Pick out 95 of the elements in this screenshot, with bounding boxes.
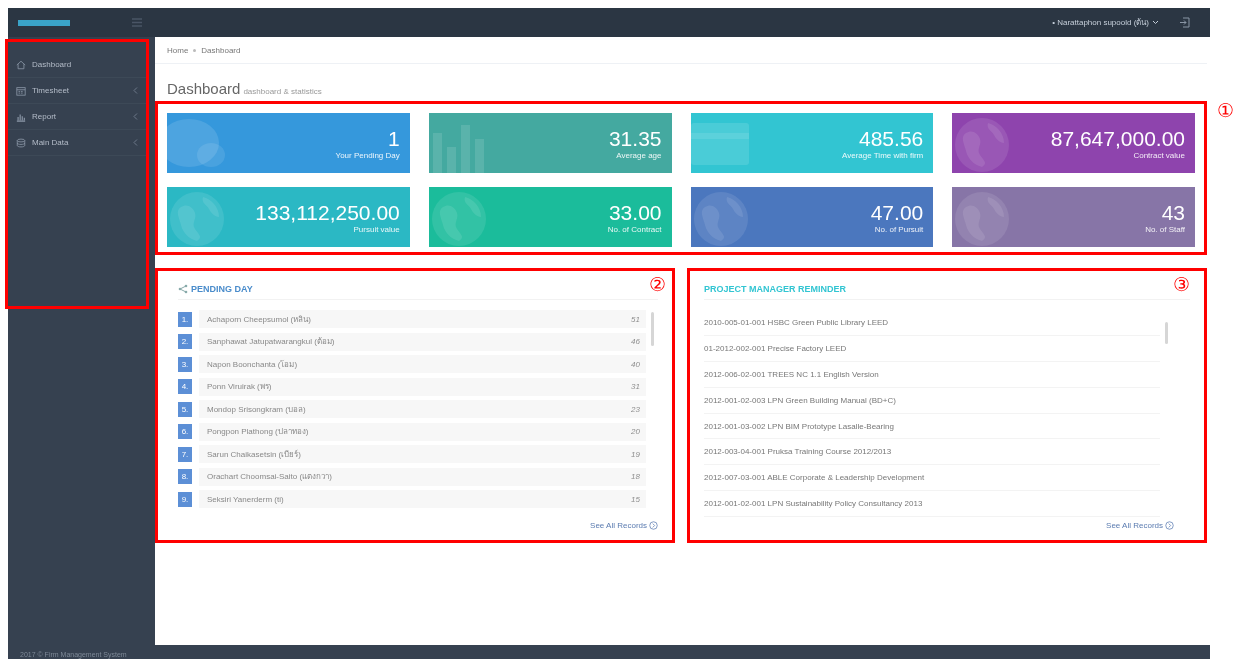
breadcrumb-link[interactable]: Home — [167, 45, 189, 55]
rank-badge: 9. — [178, 491, 192, 507]
panel-title: PENDING DAY — [191, 284, 253, 294]
stat-label: No. of Staff — [1145, 224, 1185, 234]
staff-name: Orachart Choomsai-Saito (แตงกวา) — [207, 471, 332, 484]
stat-value: 87,647,000.00 — [1050, 126, 1185, 151]
logout-icon[interactable] — [1179, 17, 1190, 28]
stat-label: Your Pending Day — [335, 150, 400, 160]
stat-tile[interactable]: 43 No. of Staff — [952, 187, 1195, 247]
staff-name: Seksiri Yanerderm (ti) — [207, 494, 284, 504]
callout-number: ③ — [1173, 275, 1190, 294]
list-row[interactable]: Seksiri Yanerderm (ti) 15 — [199, 490, 646, 509]
staff-name: Pongpon Plathong (ปลาทอง) — [207, 426, 309, 439]
stat-label: Average age — [616, 150, 662, 160]
sidebar-item[interactable]: Report — [8, 104, 146, 130]
stat-value: 485.56 — [859, 126, 924, 151]
stat-label: No. of Pursuit — [874, 224, 924, 234]
list-row[interactable]: Pongpon Plathong (ปลาทอง) 20 — [199, 422, 646, 441]
share-icon — [178, 284, 188, 294]
staff-name: Achaporn Cheepsumol (หลิน) — [207, 313, 311, 326]
sidebar-item[interactable]: Dashboard — [8, 52, 146, 78]
database-icon — [16, 137, 26, 148]
day-count: 20 — [631, 427, 640, 437]
rank-badge: 5. — [178, 401, 192, 417]
callout-number: ① — [1217, 101, 1234, 120]
sidebar-item[interactable]: Timesheet — [8, 78, 146, 104]
rank-badge: 3. — [178, 356, 192, 372]
day-count: 19 — [631, 449, 640, 459]
breadcrumb-link[interactable]: Dashboard — [201, 45, 241, 55]
staff-name: Napon Boonchanta (โอม) — [207, 358, 298, 371]
stat-label: Average Time with firm — [842, 150, 924, 160]
list-row[interactable]: Orachart Choomsai-Saito (แตงกวา) 18 — [199, 467, 646, 486]
caret-icon — [1152, 20, 1159, 25]
stat-value: 31.35 — [608, 126, 662, 151]
day-count: 40 — [631, 359, 640, 369]
menu-icon[interactable] — [132, 18, 142, 27]
stat-tile[interactable]: 31.35 Average age — [428, 113, 672, 173]
reminder-item[interactable]: 2012-006-02-001 TREES NC 1.1 English Version — [704, 361, 1160, 388]
page-subtitle: dashboard & statistics — [243, 87, 322, 96]
stat-value: 43 — [1161, 200, 1185, 225]
list-row[interactable]: Sanphawat Jatupatwarangkul (ต้อม) 46 — [199, 332, 646, 351]
stat-tile[interactable]: 47.00 No. of Pursuit — [690, 187, 934, 247]
stat-value: 33.00 — [608, 200, 662, 225]
list-row[interactable]: Achaporn Cheepsumol (หลิน) 51 — [199, 310, 646, 329]
stat-tile[interactable]: 133,112,250.00 Pursuit value — [167, 187, 410, 247]
rank-badge: 8. — [178, 469, 192, 485]
calendar-icon — [16, 85, 26, 96]
day-count: 31 — [631, 382, 640, 392]
reminder-item[interactable]: 01-2012-002-001 Precise Factory LEED — [704, 335, 1160, 362]
reminder-item[interactable]: 2012-001-02-001 LPN Sustainability Policy Consultancy 2013 — [704, 491, 1160, 518]
arrow-circle-icon — [1165, 521, 1174, 531]
stat-label: No. of Contract — [607, 224, 662, 234]
see-all-link[interactable]: See All Records — [590, 521, 658, 531]
list-row[interactable]: Sarun Chaikasetsin (เบียร์) 19 — [199, 445, 646, 464]
callout-number: ② — [649, 275, 666, 294]
rank-badge: 7. — [178, 446, 192, 462]
rank-badge: 4. — [178, 379, 192, 395]
rank-badge: 2. — [178, 334, 192, 350]
stat-label: Contract value — [1133, 150, 1185, 160]
reminder-item[interactable]: 2012-003-04-001 Pruksa Training Course 2012/2013 — [704, 439, 1160, 466]
reminder-item[interactable]: 2012-007-03-001 ABLE Corporate & Leadership Development — [704, 465, 1160, 492]
home-icon — [16, 59, 26, 70]
user-menu[interactable]: • Narattaphon supoold (ต้น) — [1052, 16, 1159, 29]
list-row[interactable]: Napon Boonchanta (โอม) 40 — [199, 355, 646, 374]
page-title: Dashboard — [167, 80, 241, 97]
sidebar-item[interactable]: Main Data — [8, 130, 146, 156]
stat-tile[interactable]: 87,647,000.00 Contract value — [952, 113, 1195, 173]
day-count: 23 — [631, 404, 640, 414]
stat-value: 1 — [388, 126, 400, 151]
rank-badge: 1. — [178, 311, 192, 327]
stat-value: 47.00 — [870, 200, 924, 225]
reminder-item[interactable]: 2012-001-02-003 LPN Green Building Manual (BD+C) — [704, 387, 1160, 414]
arrow-circle-icon — [649, 521, 658, 531]
staff-name: Sanphawat Jatupatwarangkul (ต้อม) — [207, 336, 335, 349]
see-all-link[interactable]: See All Records — [1106, 521, 1174, 531]
scrollbar[interactable] — [651, 312, 654, 346]
staff-name: Ponn Viruirak (พร) — [207, 381, 272, 394]
stat-tile[interactable]: 33.00 No. of Contract — [428, 187, 672, 247]
stat-label: Pursuit value — [353, 224, 400, 234]
staff-name: Sarun Chaikasetsin (เบียร์) — [207, 448, 301, 461]
day-count: 15 — [631, 494, 640, 504]
list-row[interactable]: Ponn Viruirak (พร) 31 — [199, 377, 646, 396]
logo-icon[interactable] — [18, 19, 70, 26]
day-count: 18 — [631, 472, 640, 482]
reminder-item[interactable]: 2012-001-03-002 LPN BIM Prototype Lasalle-Bearing — [704, 413, 1160, 440]
stat-tile[interactable]: 1 Your Pending Day — [167, 113, 410, 173]
rank-badge: 6. — [178, 424, 192, 440]
stat-value: 133,112,250.00 — [255, 200, 400, 225]
scrollbar[interactable] — [1165, 322, 1168, 344]
list-row[interactable]: Mondop Srisongkram (บอล) 23 — [199, 400, 646, 419]
reminder-item[interactable]: 2010-005-01-001 HSBC Green Public Library LEED — [704, 310, 1160, 336]
panel-title: PROJECT MANAGER REMINDER — [704, 284, 846, 294]
day-count: 51 — [631, 314, 640, 324]
staff-name: Mondop Srisongkram (บอล) — [207, 403, 306, 416]
day-count: 46 — [631, 337, 640, 347]
